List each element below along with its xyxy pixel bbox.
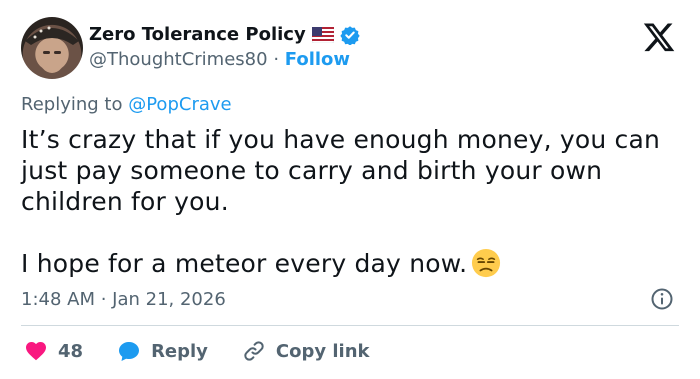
author-name[interactable]: Zero Tolerance Policy xyxy=(89,24,306,45)
author-handle[interactable]: @ThoughtCrimes80 xyxy=(89,49,268,70)
author-handle-row: @ThoughtCrimes80 · Follow xyxy=(89,49,350,70)
reply-context-prefix: Replying to xyxy=(21,94,123,115)
like-count: 48 xyxy=(58,340,84,362)
us-flag-icon xyxy=(311,26,334,43)
divider xyxy=(21,325,679,326)
copy-link-button[interactable]: Copy link xyxy=(242,339,370,363)
x-logo-icon[interactable] xyxy=(641,20,677,54)
info-icon[interactable] xyxy=(650,287,674,311)
unamused-face-emoji xyxy=(472,248,501,278)
tweet-timestamp[interactable]: 1:48 AM · Jan 21, 2026 xyxy=(21,289,226,310)
copy-link-label: Copy link xyxy=(275,340,370,362)
heart-icon xyxy=(26,342,46,361)
reply-mention-link[interactable]: @PopCrave xyxy=(128,94,231,115)
avatar[interactable] xyxy=(21,17,83,79)
reply-context: Replying to @PopCrave xyxy=(21,94,232,115)
link-icon xyxy=(244,341,264,361)
like-button[interactable]: 48 xyxy=(24,339,83,363)
author-name-row[interactable]: Zero Tolerance Policy xyxy=(89,24,360,45)
verified-badge-icon xyxy=(340,25,360,45)
follow-button[interactable]: Follow xyxy=(285,49,350,70)
action-bar: 48 Reply Copy link xyxy=(24,339,404,363)
tweet-card: Zero Tolerance Policy @ThoughtCrimes80 ·… xyxy=(0,0,700,379)
tweet-text: It’s crazy that if you have enough money… xyxy=(21,124,681,279)
handle-separator: · xyxy=(273,49,280,70)
reply-button[interactable]: Reply xyxy=(117,339,208,363)
reply-label: Reply xyxy=(151,340,208,362)
tweet-body: It’s crazy that if you have enough money… xyxy=(21,125,661,278)
reply-bubble-icon xyxy=(119,342,140,361)
